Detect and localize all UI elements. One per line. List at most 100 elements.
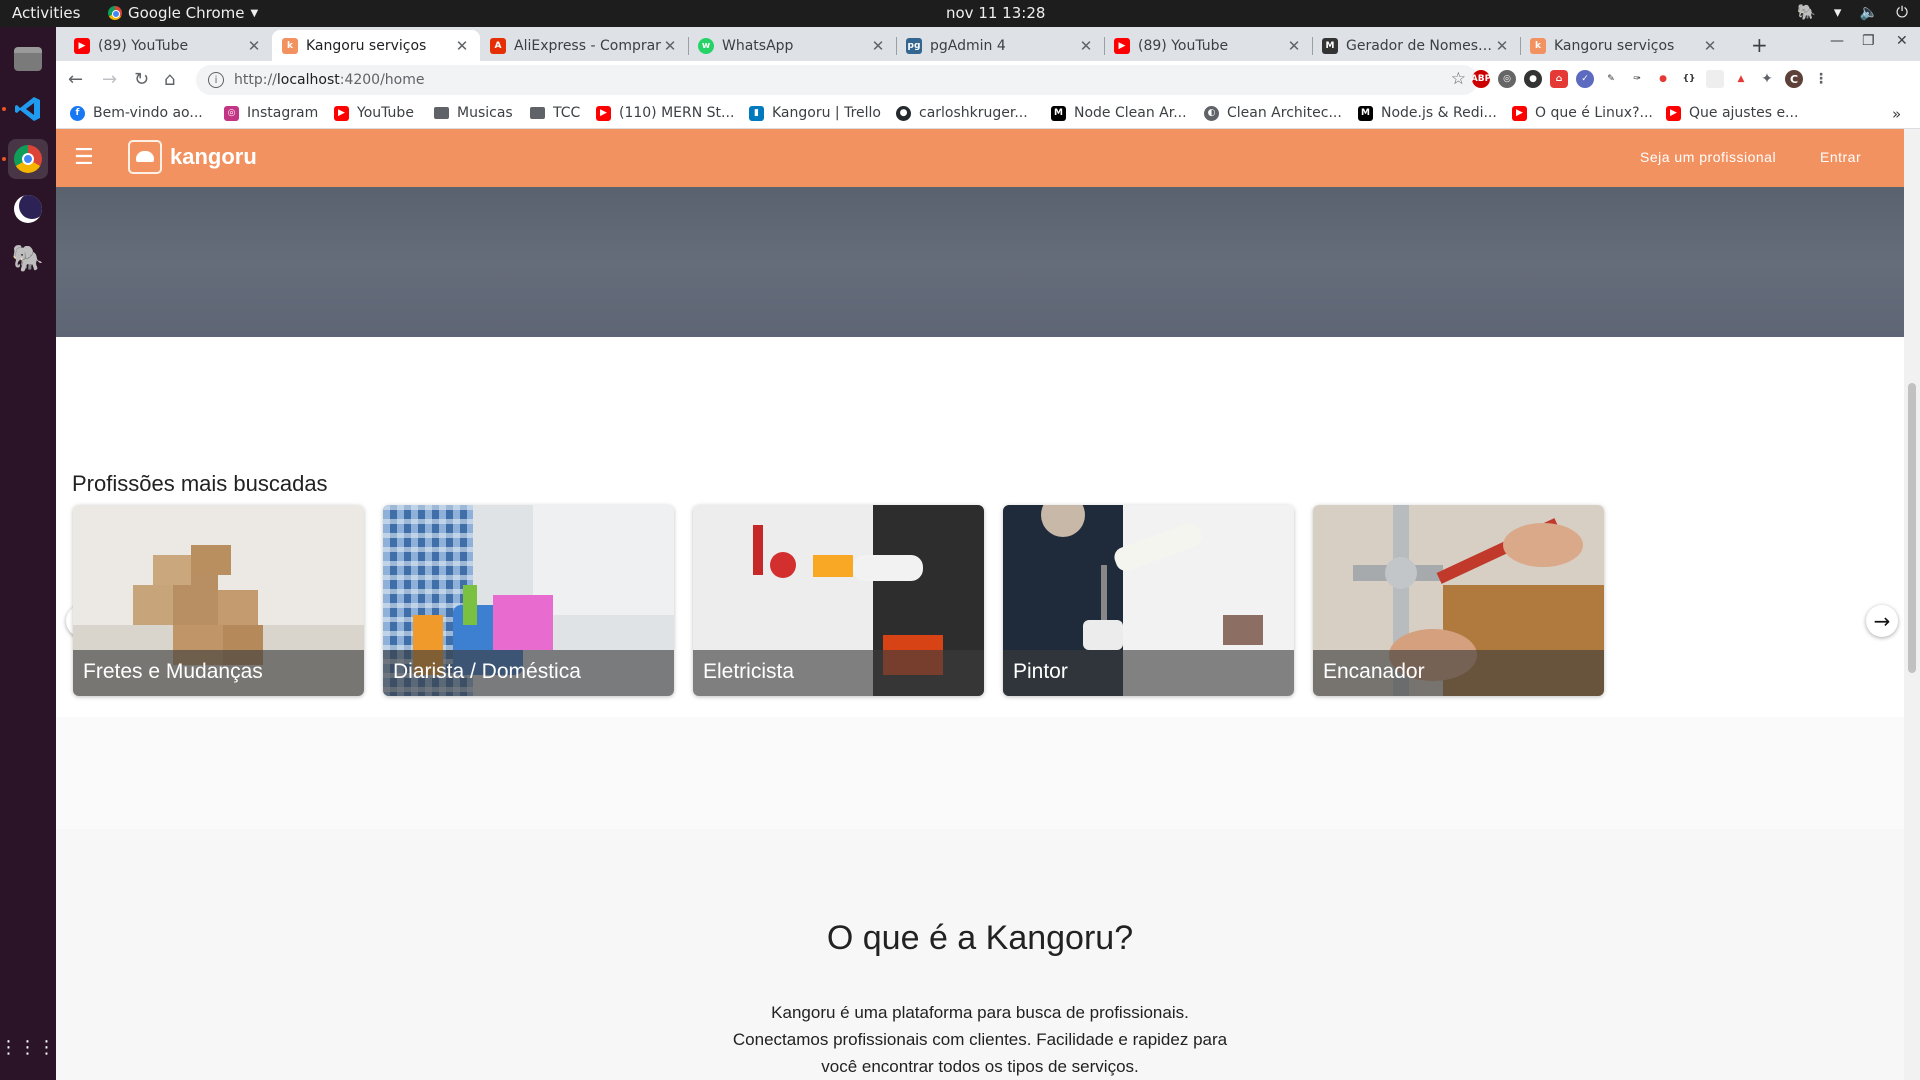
bookmark-item[interactable]: ◎ Instagram bbox=[224, 105, 318, 121]
bookmark-label: Kangoru | Trello bbox=[772, 105, 881, 121]
bookmark-star-icon[interactable]: ☆ bbox=[1451, 69, 1466, 89]
eclipse-icon[interactable] bbox=[8, 189, 48, 229]
tab-whatsapp[interactable]: w WhatsApp ✕ bbox=[688, 30, 896, 61]
kangaroo-logo-icon bbox=[128, 140, 162, 174]
carousel-next-icon[interactable]: → bbox=[1866, 605, 1898, 637]
extension-icon[interactable]: {} bbox=[1680, 70, 1698, 88]
reload-icon[interactable]: ↻ bbox=[134, 69, 149, 90]
page-scrollbar[interactable] bbox=[1904, 129, 1920, 1080]
bookmark-label: O que é Linux?... bbox=[1535, 105, 1653, 121]
bookmark-label: Node.js & Redi... bbox=[1381, 105, 1497, 121]
eyedropper-icon[interactable]: ✎ bbox=[1602, 70, 1620, 88]
folder-icon bbox=[530, 107, 545, 119]
extension-icon[interactable]: ● bbox=[1524, 70, 1542, 88]
tab-title: (89) YouTube bbox=[98, 37, 189, 54]
back-icon[interactable]: ← bbox=[68, 69, 83, 90]
tab-pgadmin[interactable]: pg pgAdmin 4 ✕ bbox=[896, 30, 1104, 61]
close-icon[interactable]: ✕ bbox=[1078, 37, 1094, 55]
close-icon[interactable]: ✕ bbox=[870, 37, 886, 55]
tab-youtube[interactable]: ▶ (89) YouTube ✕ bbox=[64, 30, 272, 61]
browser-toolbar: ← → ↻ ⌂ i http://localhost:4200/home ☆ A… bbox=[56, 61, 1920, 99]
bookmark-item[interactable]: ▶ Que ajustes e... bbox=[1666, 105, 1798, 121]
tab-title: pgAdmin 4 bbox=[930, 37, 1006, 54]
activities-button[interactable]: Activities bbox=[12, 4, 80, 22]
about-heading: O que é a Kangoru? bbox=[826, 919, 1134, 957]
scrollbar-thumb[interactable] bbox=[1908, 383, 1916, 673]
extension-icon[interactable]: ◎ bbox=[1498, 70, 1516, 88]
extension-icon[interactable]: ● bbox=[1654, 70, 1672, 88]
power-icon[interactable]: ⏻ bbox=[1896, 3, 1908, 21]
system-tray[interactable]: 🐘 ▾ 🔈 ⏻ bbox=[1797, 3, 1908, 21]
pgadmin-dock-icon[interactable]: 🐘 bbox=[8, 239, 48, 279]
aliexpress-icon: A bbox=[490, 37, 506, 54]
puzzle-icon[interactable]: ✦ bbox=[1758, 70, 1776, 88]
profession-card-fretes[interactable]: Fretes e Mudanças bbox=[73, 505, 364, 696]
tab-kangoru-active[interactable]: k Kangoru serviços ✕ bbox=[272, 30, 480, 61]
close-window-icon[interactable]: ✕ bbox=[1896, 33, 1908, 49]
close-icon[interactable]: ✕ bbox=[454, 37, 470, 55]
bookmark-item[interactable]: ▶ YouTube bbox=[334, 105, 414, 121]
bookmark-item[interactable]: M Node.js & Redi... bbox=[1358, 105, 1497, 121]
bookmark-item[interactable]: ▶ O que é Linux?... bbox=[1512, 105, 1653, 121]
about-line-2: Conectamos profissionais com clientes. F… bbox=[732, 1030, 1228, 1049]
bookmark-item[interactable]: ▶ (110) MERN St... bbox=[596, 105, 734, 121]
bookmark-folder[interactable]: TCC bbox=[530, 105, 580, 121]
close-icon[interactable]: ✕ bbox=[1286, 37, 1302, 55]
clock[interactable]: nov 11 13:28 bbox=[946, 4, 1045, 22]
facebook-icon: f bbox=[70, 105, 85, 121]
close-icon[interactable]: ✕ bbox=[246, 37, 262, 55]
minimize-icon[interactable]: — bbox=[1830, 33, 1844, 49]
profession-card-encanador[interactable]: Encanador bbox=[1313, 505, 1604, 696]
brand-logo[interactable]: kangoru bbox=[128, 140, 257, 174]
wifi-icon[interactable]: ▾ bbox=[1834, 3, 1842, 21]
profession-label: Encanador bbox=[1313, 650, 1604, 696]
bookmark-folder[interactable]: Musicas bbox=[434, 105, 513, 121]
forward-icon[interactable]: → bbox=[102, 69, 117, 90]
app-menu[interactable]: Google Chrome ▼ bbox=[108, 4, 258, 22]
close-icon[interactable]: ✕ bbox=[1494, 37, 1510, 55]
extension-icon[interactable]: ✑ bbox=[1628, 70, 1646, 88]
close-icon[interactable]: ✕ bbox=[662, 37, 678, 55]
bookmark-item[interactable]: f Bem-vindo ao... bbox=[70, 105, 203, 121]
profession-card-diarista[interactable]: Diarista / Doméstica bbox=[383, 505, 674, 696]
bookmark-item[interactable]: ▮ Kangoru | Trello bbox=[749, 105, 881, 121]
close-icon[interactable]: ✕ bbox=[1702, 37, 1718, 55]
hamburger-menu-icon[interactable]: ☰ bbox=[74, 145, 94, 170]
trello-icon: ▮ bbox=[749, 105, 764, 121]
about-section: O que é a Kangoru? Kangoru é uma platafo… bbox=[56, 829, 1904, 1080]
chrome-dock-icon[interactable] bbox=[2, 139, 48, 179]
files-icon[interactable] bbox=[8, 39, 48, 79]
info-icon[interactable]: i bbox=[208, 72, 224, 88]
tab-kangoru-2[interactable]: k Kangoru serviços ✕ bbox=[1520, 30, 1728, 61]
kebab-menu-icon[interactable]: ⋮ bbox=[1812, 70, 1830, 88]
pgadmin-tray-icon[interactable]: 🐘 bbox=[1797, 3, 1816, 21]
bookmark-item[interactable]: ● carloshkruger... bbox=[896, 105, 1028, 121]
volume-icon[interactable]: 🔈 bbox=[1859, 3, 1878, 21]
profession-label: Fretes e Mudanças bbox=[73, 650, 364, 696]
show-apps-icon[interactable]: ⋮⋮⋮ bbox=[0, 1027, 56, 1067]
bookmarks-bar: f Bem-vindo ao... ◎ Instagram ▶ YouTube Mus… bbox=[56, 99, 1920, 129]
more-bookmarks-icon[interactable]: » bbox=[1892, 105, 1901, 123]
kangoru-icon: k bbox=[282, 37, 298, 54]
home-icon[interactable]: ⌂ bbox=[164, 69, 175, 90]
become-professional-link[interactable]: Seja um profissional bbox=[1640, 149, 1776, 165]
extension-icon[interactable]: ▲ bbox=[1732, 70, 1750, 88]
profile-avatar[interactable]: C bbox=[1785, 70, 1803, 88]
extension-icon[interactable]: ✓ bbox=[1576, 70, 1594, 88]
bookmark-item[interactable]: M Node Clean Ar... bbox=[1051, 105, 1187, 121]
vscode-icon[interactable] bbox=[2, 89, 48, 129]
tab-youtube-2[interactable]: ▶ (89) YouTube ✕ bbox=[1104, 30, 1312, 61]
bookmark-label: Instagram bbox=[247, 105, 319, 121]
login-link[interactable]: Entrar bbox=[1820, 149, 1861, 165]
restore-icon[interactable]: ❐ bbox=[1862, 33, 1875, 49]
new-tab-button[interactable]: + bbox=[1751, 33, 1768, 57]
adblock-icon[interactable]: ABP bbox=[1471, 70, 1491, 88]
tab-aliexpress[interactable]: A AliExpress - Comprar ✕ bbox=[480, 30, 688, 61]
profession-card-eletricista[interactable]: Eletricista bbox=[693, 505, 984, 696]
extension-icon[interactable] bbox=[1706, 70, 1724, 88]
tab-gerador[interactable]: M Gerador de Nomes or ✕ bbox=[1312, 30, 1520, 61]
extension-icon[interactable]: ⌂ bbox=[1550, 70, 1568, 88]
address-bar[interactable]: i http://localhost:4200/home ☆ bbox=[196, 65, 1478, 95]
bookmark-item[interactable]: ◐ Clean Architec... bbox=[1204, 105, 1342, 121]
profession-card-pintor[interactable]: Pintor bbox=[1003, 505, 1294, 696]
